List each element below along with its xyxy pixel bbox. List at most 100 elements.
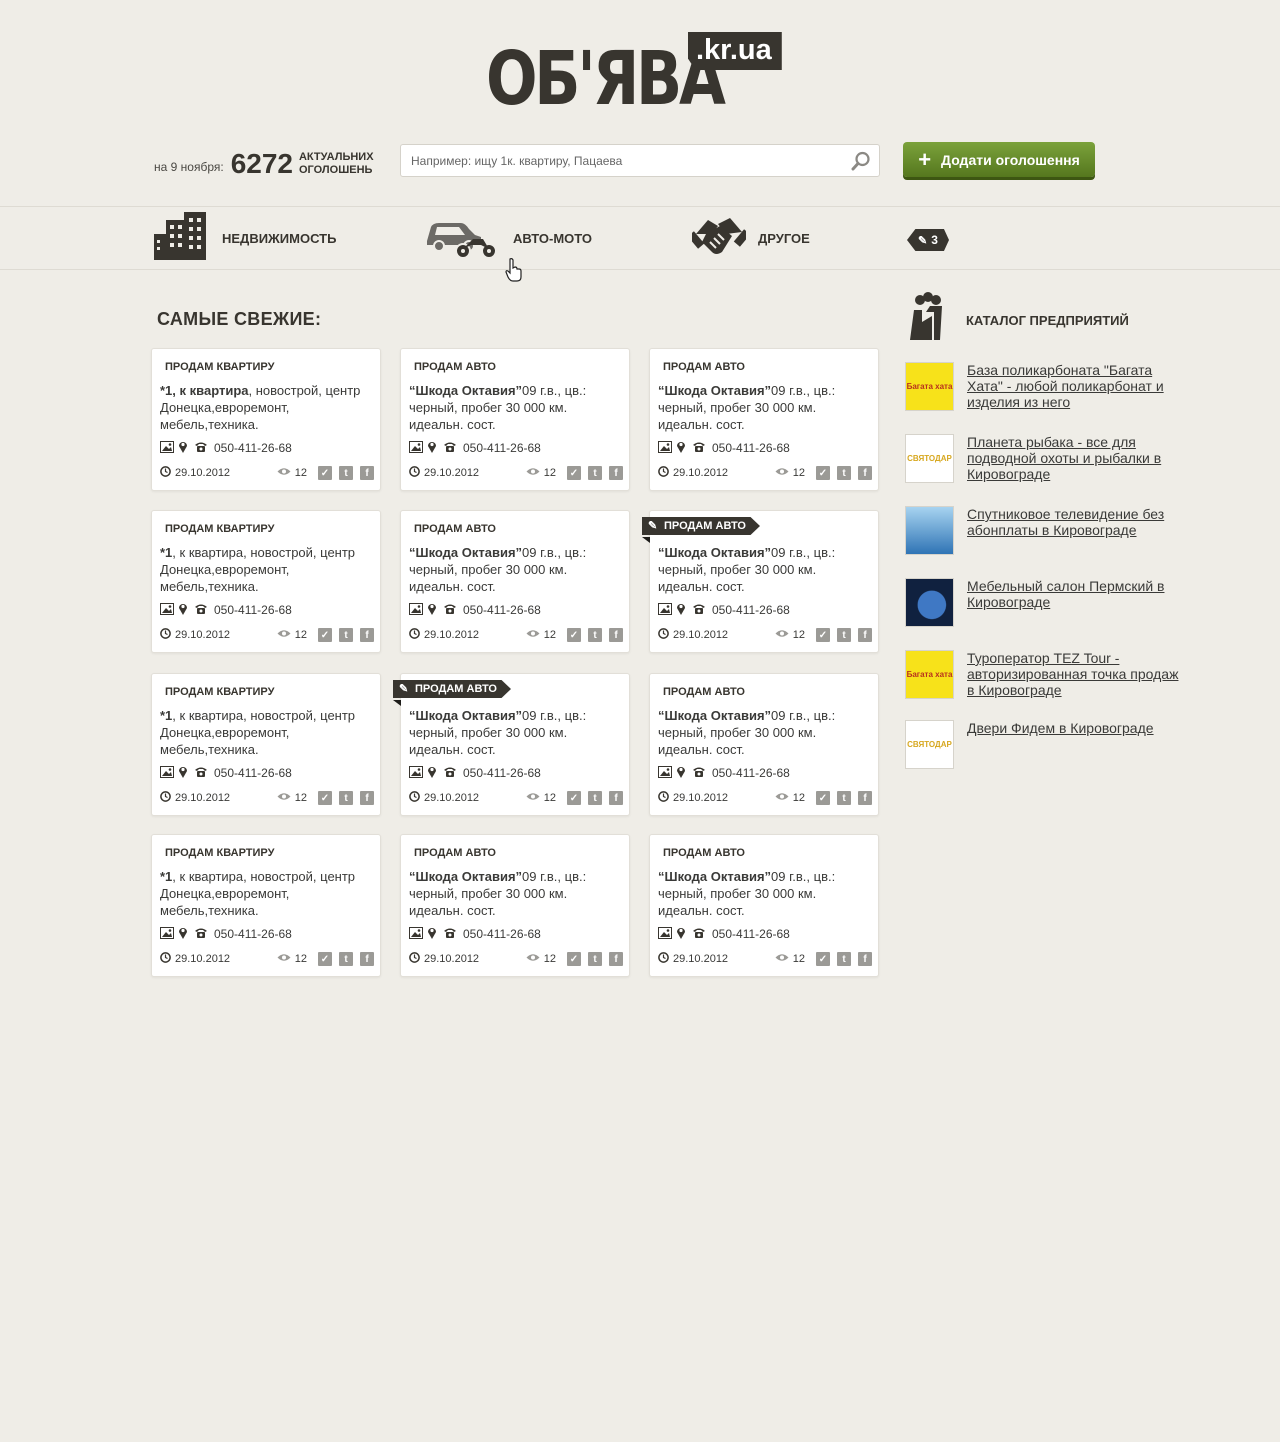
tumblr-share-icon[interactable]: t — [339, 466, 353, 480]
facebook-share-icon[interactable]: f — [360, 952, 374, 966]
listing-text[interactable]: “Шкода Октавия”09 г.в., цв.: черный, про… — [658, 544, 874, 595]
twitter-share-icon[interactable]: ✓ — [816, 791, 830, 805]
site-logo[interactable]: ОБ'ЯВА .kr.ua — [486, 32, 786, 124]
photo-icon[interactable] — [658, 926, 672, 942]
catalog-thumbnail[interactable] — [905, 506, 954, 555]
listing-category[interactable]: ПРОДАМ КВАРТИРУ — [165, 686, 274, 698]
location-pin-icon[interactable] — [427, 440, 437, 456]
listing-category[interactable]: ПРОДАМ АВТО — [393, 680, 511, 698]
listing-card[interactable]: ПРОДАМ АВТО “Шкода Октавия”09 г.в., цв.: … — [649, 673, 879, 816]
listing-text[interactable]: “Шкода Октавия”09 г.в., цв.: черный, про… — [658, 707, 874, 758]
twitter-share-icon[interactable]: ✓ — [318, 466, 332, 480]
location-pin-icon[interactable] — [178, 926, 188, 942]
photo-icon[interactable] — [409, 765, 423, 781]
location-pin-icon[interactable] — [676, 602, 686, 618]
catalog-item[interactable]: Спутниковое телевидение без абонплаты в … — [905, 506, 1185, 555]
twitter-share-icon[interactable]: ✓ — [816, 628, 830, 642]
twitter-share-icon[interactable]: ✓ — [567, 952, 581, 966]
listing-text[interactable]: “Шкода Октавия”09 г.в., цв.: черный, про… — [409, 868, 625, 919]
tumblr-share-icon[interactable]: t — [588, 791, 602, 805]
photo-icon[interactable] — [409, 602, 423, 618]
listing-text[interactable]: “Шкода Октавия”09 г.в., цв.: черный, про… — [658, 868, 874, 919]
listing-category[interactable]: ПРОДАМ АВТО — [663, 686, 745, 698]
facebook-share-icon[interactable]: f — [609, 628, 623, 642]
listing-text[interactable]: “Шкода Октавия”09 г.в., цв.: черный, про… — [409, 707, 625, 758]
listing-card[interactable]: ПРОДАМ АВТО “Шкода Октавия”09 г.в., цв.: … — [649, 834, 879, 977]
catalog-link[interactable]: Мебельный салон Пермский в Кировограде — [967, 578, 1183, 627]
catalog-item[interactable]: СВЯТОДАР Планета рыбака - все для подводн… — [905, 434, 1185, 483]
listing-card[interactable]: ПРОДАМ КВАРТИРУ *1, к квартира, новострой… — [151, 348, 381, 491]
edits-badge[interactable]: ✎ 3 — [907, 229, 949, 251]
listing-card[interactable]: ПРОДАМ АВТО “Шкода Октавия”09 г.в., цв.: … — [400, 510, 630, 653]
listing-category[interactable]: ПРОДАМ АВТО — [642, 517, 760, 535]
twitter-share-icon[interactable]: ✓ — [567, 791, 581, 805]
photo-icon[interactable] — [160, 602, 174, 618]
twitter-share-icon[interactable]: ✓ — [318, 952, 332, 966]
listing-card[interactable]: ПРОДАМ АВТО “Шкода Октавия”09 г.в., цв.: … — [649, 348, 879, 491]
location-pin-icon[interactable] — [178, 765, 188, 781]
photo-icon[interactable] — [160, 440, 174, 456]
catalog-link[interactable]: Спутниковое телевидение без абонплаты в … — [967, 506, 1183, 555]
twitter-share-icon[interactable]: ✓ — [318, 628, 332, 642]
photo-icon[interactable] — [160, 926, 174, 942]
listing-text[interactable]: “Шкода Октавия”09 г.в., цв.: черный, про… — [409, 382, 625, 433]
location-pin-icon[interactable] — [427, 765, 437, 781]
photo-icon[interactable] — [658, 440, 672, 456]
tumblr-share-icon[interactable]: t — [339, 628, 353, 642]
listing-category[interactable]: ПРОДАМ КВАРТИРУ — [165, 361, 274, 373]
tumblr-share-icon[interactable]: t — [588, 466, 602, 480]
facebook-share-icon[interactable]: f — [609, 791, 623, 805]
nav-item-realty[interactable]: НЕДВИЖИМОСТЬ — [154, 207, 336, 269]
photo-icon[interactable] — [658, 765, 672, 781]
listing-card[interactable]: ПРОДАМ КВАРТИРУ *1, к квартира, новострой… — [151, 834, 381, 977]
location-pin-icon[interactable] — [427, 602, 437, 618]
twitter-share-icon[interactable]: ✓ — [567, 628, 581, 642]
catalog-item[interactable]: Багата хата Туроператор TEZ Tour - автори… — [905, 650, 1185, 699]
catalog-item[interactable]: Мебельный салон Пермский в Кировограде — [905, 578, 1185, 627]
twitter-share-icon[interactable]: ✓ — [816, 466, 830, 480]
facebook-share-icon[interactable]: f — [360, 791, 374, 805]
twitter-share-icon[interactable]: ✓ — [318, 791, 332, 805]
tumblr-share-icon[interactable]: t — [837, 791, 851, 805]
photo-icon[interactable] — [658, 602, 672, 618]
catalog-link[interactable]: Планета рыбака - все для подводной охоты… — [967, 434, 1183, 483]
listing-category[interactable]: ПРОДАМ КВАРТИРУ — [165, 847, 274, 859]
tumblr-share-icon[interactable]: t — [588, 628, 602, 642]
listing-card[interactable]: ПРОДАМ АВТО “Шкода Октавия”09 г.в., цв.: … — [400, 348, 630, 491]
location-pin-icon[interactable] — [676, 926, 686, 942]
listing-card[interactable]: ПРОДАМ КВАРТИРУ *1, к квартира, новострой… — [151, 673, 381, 816]
location-pin-icon[interactable] — [676, 440, 686, 456]
listing-category[interactable]: ПРОДАМ КВАРТИРУ — [165, 523, 274, 535]
twitter-share-icon[interactable]: ✓ — [567, 466, 581, 480]
tumblr-share-icon[interactable]: t — [837, 466, 851, 480]
search-input[interactable] — [401, 145, 831, 176]
catalog-link[interactable]: База поликарбоната "Багата Хата" - любой… — [967, 362, 1183, 411]
listing-text[interactable]: *1, к квартира, новострой, центр Донецка… — [160, 544, 376, 595]
catalog-thumbnail[interactable]: Багата хата — [905, 650, 954, 699]
listing-text[interactable]: “Шкода Октавия”09 г.в., цв.: черный, про… — [658, 382, 874, 433]
tumblr-share-icon[interactable]: t — [837, 628, 851, 642]
listing-card[interactable]: ПРОДАМ АВТО “Шкода Октавия”09 г.в., цв.: … — [393, 673, 630, 816]
facebook-share-icon[interactable]: f — [858, 952, 872, 966]
listing-category[interactable]: ПРОДАМ АВТО — [414, 523, 496, 535]
tumblr-share-icon[interactable]: t — [339, 791, 353, 805]
listing-card[interactable]: ПРОДАМ АВТО “Шкода Октавия”09 г.в., цв.: … — [642, 510, 879, 653]
catalog-item[interactable]: СВЯТОДАР Двери Фидем в Кировограде — [905, 720, 1185, 769]
location-pin-icon[interactable] — [178, 602, 188, 618]
listing-card[interactable]: ПРОДАМ КВАРТИРУ *1, к квартира, новострой… — [151, 510, 381, 653]
catalog-item[interactable]: Багата хата База поликарбоната "Багата Ха… — [905, 362, 1185, 411]
facebook-share-icon[interactable]: f — [858, 791, 872, 805]
listing-category[interactable]: ПРОДАМ АВТО — [414, 847, 496, 859]
add-listing-button[interactable]: + Додати оголошення — [903, 142, 1095, 177]
catalog-thumbnail[interactable]: Багата хата — [905, 362, 954, 411]
photo-icon[interactable] — [409, 926, 423, 942]
facebook-share-icon[interactable]: f — [360, 628, 374, 642]
facebook-share-icon[interactable]: f — [858, 466, 872, 480]
photo-icon[interactable] — [160, 765, 174, 781]
facebook-share-icon[interactable]: f — [360, 466, 374, 480]
tumblr-share-icon[interactable]: t — [339, 952, 353, 966]
twitter-share-icon[interactable]: ✓ — [816, 952, 830, 966]
listing-card[interactable]: ПРОДАМ АВТО “Шкода Октавия”09 г.в., цв.: … — [400, 834, 630, 977]
catalog-link[interactable]: Двери Фидем в Кировограде — [967, 720, 1183, 769]
catalog-thumbnail[interactable]: СВЯТОДАР — [905, 434, 954, 483]
